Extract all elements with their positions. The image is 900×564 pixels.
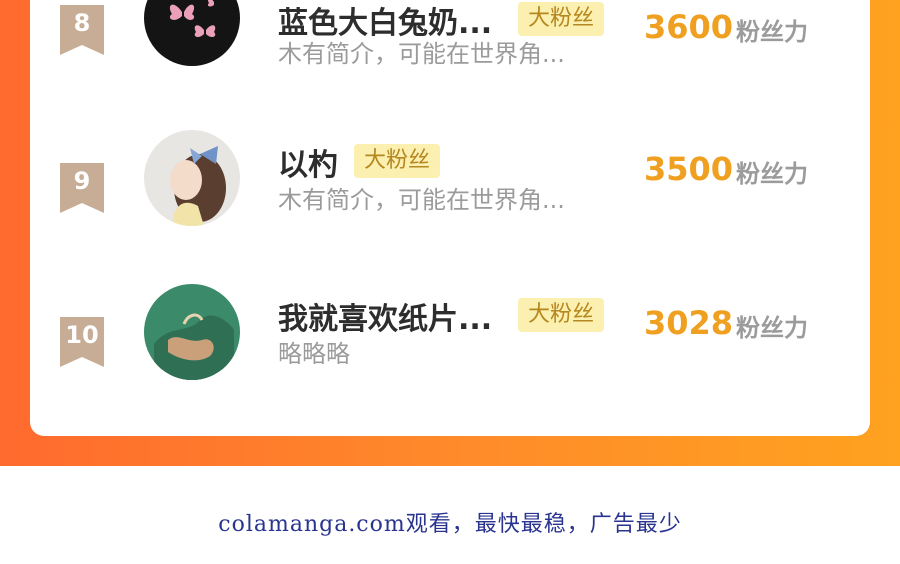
rank-number: 8 [73, 9, 91, 37]
fan-level-badge: 大粉丝 [354, 144, 441, 178]
butterfly-avatar[interactable] [144, 0, 240, 66]
green-art-icon [144, 284, 240, 380]
rank-badge: 8 [60, 5, 104, 55]
butterfly-icon [144, 0, 240, 66]
rank-number: 9 [73, 167, 91, 195]
fan-level-badge: 大粉丝 [518, 2, 605, 36]
user-intro: 木有简介，可能在世界角... [278, 40, 565, 68]
ranking-background: 8 蓝色大白兔奶... 大粉丝 木有简介，可能在世界角... 3600 粉丝力 … [0, 0, 900, 466]
rank-badge: 9 [60, 163, 104, 213]
user-intro: 木有简介，可能在世界角... [278, 186, 565, 214]
rank-number: 10 [65, 321, 99, 349]
fan-level-badge: 大粉丝 [518, 298, 605, 332]
user-name[interactable]: 我就喜欢纸片... [278, 294, 492, 338]
ranking-row[interactable]: 8 蓝色大白兔奶... 大粉丝 木有简介，可能在世界角... 3600 粉丝力 [30, 0, 870, 80]
ranking-row[interactable]: 9 以杓 大粉丝 木有简介，可能在世界角... 3500 粉丝力 [30, 128, 870, 238]
fan-score: 3600 [644, 8, 734, 46]
fan-score-unit: 粉丝力 [736, 314, 808, 342]
girl-portrait-icon [144, 130, 240, 226]
user-intro: 略略略 [278, 340, 350, 368]
footer-watermark: colamanga.com观看，最快最稳，广告最少 [218, 512, 682, 537]
user-name[interactable]: 以杓 [278, 140, 338, 184]
ranking-card: 8 蓝色大白兔奶... 大粉丝 木有简介，可能在世界角... 3600 粉丝力 … [30, 0, 870, 436]
fan-score-unit: 粉丝力 [736, 18, 808, 46]
green-art-avatar[interactable] [144, 284, 240, 380]
fan-score: 3028 [644, 304, 734, 342]
ranking-row[interactable]: 10 我就喜欢纸片... 大粉丝 略略略 3028 粉丝力 [30, 282, 870, 392]
rank-badge: 10 [60, 317, 104, 367]
girl-avatar[interactable] [144, 130, 240, 226]
fan-score: 3500 [644, 150, 734, 188]
fan-score-unit: 粉丝力 [736, 160, 808, 188]
